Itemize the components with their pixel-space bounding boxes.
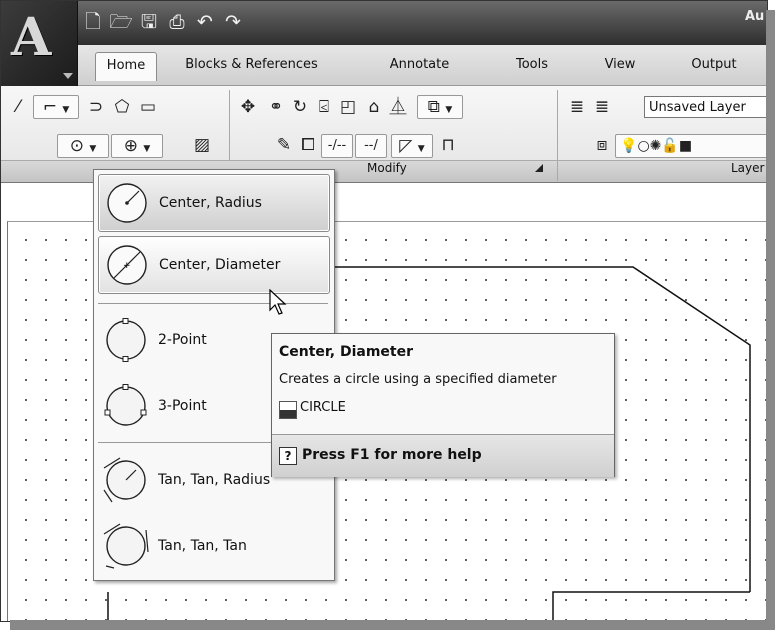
move-icon[interactable]: ✥ (237, 96, 259, 118)
application-menu-button[interactable]: A (1, 1, 78, 87)
scale-icon[interactable]: ⌂ (363, 96, 385, 118)
lock-icon: 🔓 (661, 138, 679, 154)
tab-annotate[interactable]: Annotate (377, 52, 462, 78)
hatch-icon[interactable]: ▨ (191, 134, 213, 156)
save-icon[interactable]: 🖫 (137, 10, 161, 34)
window-shadow (766, 10, 775, 630)
chevron-down-icon: ▼ (143, 144, 151, 154)
menu-item-label: Center, Radius (159, 195, 262, 211)
polyline-button[interactable]: ⌐ ▼ (33, 95, 79, 119)
panel-title-layer: Layer (731, 161, 765, 175)
panel-divider (229, 90, 230, 162)
join-icon[interactable]: --/ (355, 134, 387, 158)
window-shadow (10, 620, 775, 630)
panel-divider (557, 161, 558, 181)
circle-icon: ⊙ (69, 136, 84, 156)
layer-state-icon[interactable]: ≣ (591, 96, 613, 118)
layer-properties-icon[interactable]: ≣ (566, 96, 588, 118)
chamfer-dropdown-button[interactable]: ◸ ▼ (391, 134, 433, 158)
bottom-edge-polyline (552, 591, 750, 621)
panel-title-modify: Modify (367, 161, 407, 175)
application-window: Au 🗋 🗁 🖫 ⎙ ↶ ↷ Home Blocks & References … (0, 0, 768, 622)
autocad-logo-icon: A (11, 7, 52, 68)
open-icon[interactable]: 🗁 (109, 10, 133, 34)
tooltip-command-name: CIRCLE (300, 400, 346, 415)
circle-tan-tan-tan-icon (103, 523, 149, 569)
tooltip-title: Center, Diameter (279, 344, 414, 360)
explode-icon[interactable]: ⧠ (297, 134, 319, 156)
command-tooltip: Center, Diameter Creates a circle using … (271, 333, 615, 477)
trim-icon[interactable]: ⍃ (313, 96, 335, 118)
tab-blocks-references[interactable]: Blocks & References (174, 52, 329, 78)
ellipse-dropdown-button[interactable]: ⊕ ▼ (111, 134, 163, 158)
mouse-pointer-icon (269, 289, 287, 315)
lightbulb-icon: 💡 (620, 138, 638, 154)
command-line-icon (279, 401, 297, 419)
line-icon[interactable]: ⁄ (7, 96, 29, 118)
svg-text:+: + (123, 261, 131, 271)
panel-launcher-icon[interactable] (535, 164, 543, 172)
menu-item-label: Tan, Tan, Radius (158, 472, 271, 488)
erase-icon[interactable]: ✎ (273, 134, 295, 156)
tab-tools[interactable]: Tools (502, 52, 562, 78)
chevron-down-icon: ▼ (89, 144, 97, 154)
spline-icon[interactable]: ⊃ (85, 96, 107, 118)
menu-item-center-diameter[interactable]: + Center, Diameter (98, 236, 330, 294)
quick-access-toolbar: 🗋 🗁 🖫 ⎙ ↶ ↷ (81, 10, 245, 36)
circle-3-point-icon (104, 384, 147, 426)
stretch-icon[interactable]: ⊓ (437, 134, 459, 156)
ellipse-icon: ⊕ (123, 136, 138, 156)
menu-item-label: 3-Point (158, 398, 207, 414)
rectangle-icon[interactable]: ▭ (137, 96, 159, 118)
array-dropdown-button[interactable]: ⧉ ▼ (417, 95, 463, 119)
tab-home[interactable]: Home (95, 52, 157, 81)
chevron-down-icon (63, 73, 73, 79)
new-icon[interactable]: 🗋 (81, 10, 105, 34)
menu-item-label: Tan, Tan, Tan (158, 538, 247, 554)
layer-name-dropdown[interactable]: Unsaved Layer (644, 96, 767, 118)
circle-dropdown-button[interactable]: ⊙ ▼ (57, 134, 109, 158)
break-icon[interactable]: -/-- (321, 134, 353, 158)
menu-item-center-radius[interactable]: Center, Radius (98, 174, 330, 232)
layer-match-icon[interactable]: ⧈ (591, 134, 613, 156)
menu-separator (98, 303, 328, 304)
chamfer-icon: ◸ (399, 136, 413, 156)
circle-2-point-icon (106, 318, 146, 362)
array-icon: ⧉ (427, 97, 440, 117)
help-icon: ? (279, 447, 297, 465)
print-icon[interactable]: ⎙ (165, 10, 189, 34)
mirror-icon[interactable]: ⏅ (387, 96, 409, 118)
tooltip-footer: ? Press F1 for more help (272, 434, 614, 477)
color-swatch-icon: ■ (678, 138, 693, 154)
tooltip-description: Creates a circle using a specified diame… (279, 372, 557, 387)
chevron-down-icon: ▼ (62, 105, 70, 115)
ribbon-tab-bar: Home Blocks & References Annotate Tools … (77, 45, 767, 86)
tab-view[interactable]: View (595, 52, 645, 78)
window-title: Au (745, 9, 765, 24)
circle-tan-tan-radius-icon (103, 457, 146, 503)
layer-control-dropdown[interactable]: 💡○✺🔓■ (615, 134, 767, 158)
polyline-icon: ⌐ (42, 97, 57, 117)
tooltip-help-text: Press F1 for more help (302, 447, 482, 463)
sun-icon: ○ (637, 138, 650, 154)
redo-icon[interactable]: ↷ (221, 10, 245, 34)
copy-icon[interactable]: ⚭ (265, 96, 287, 118)
undo-icon[interactable]: ↶ (193, 10, 217, 34)
freeze-icon: ✺ (649, 138, 662, 154)
tab-output[interactable]: Output (679, 52, 749, 78)
menu-item-tan-tan-tan[interactable]: Tan, Tan, Tan (98, 518, 328, 574)
rotate-icon[interactable]: ↻ (289, 96, 311, 118)
menu-item-label: 2-Point (158, 332, 207, 348)
panel-divider (557, 90, 558, 162)
menu-item-label: Center, Diameter (159, 257, 281, 273)
polygon-icon[interactable]: ⬠ (111, 96, 133, 118)
circle-center-diameter-icon: + (107, 245, 147, 285)
chevron-down-icon: ▼ (417, 144, 425, 154)
chevron-down-icon: ▼ (445, 105, 453, 115)
circle-center-radius-icon (107, 183, 147, 223)
fillet-icon[interactable]: ◰ (337, 96, 359, 118)
